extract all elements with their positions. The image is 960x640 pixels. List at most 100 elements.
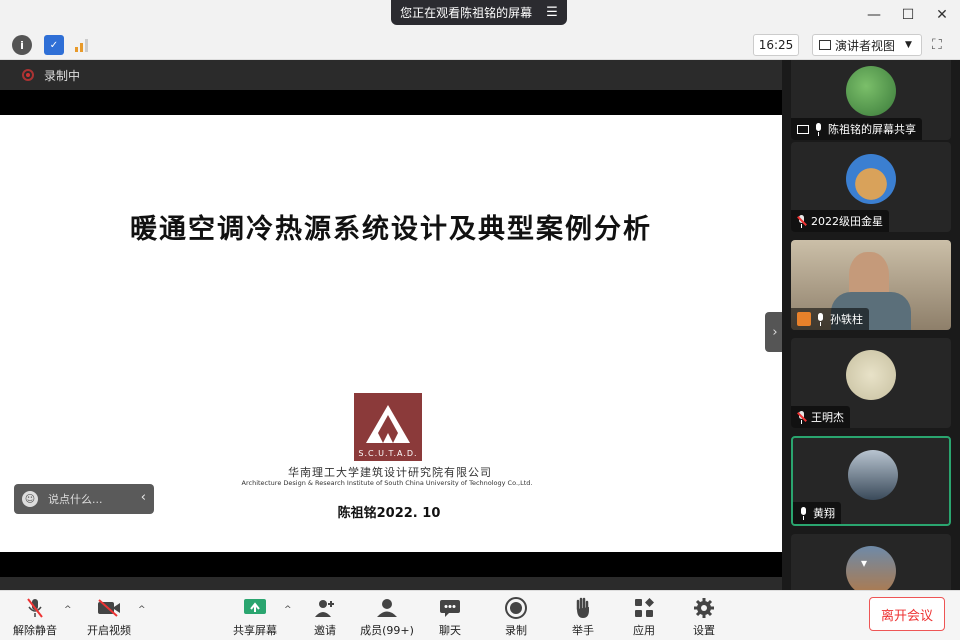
meeting-toolbar: i ✓ 16:25 演讲者视图 ▼ ⛶ <box>0 30 960 60</box>
letterbox-bottom <box>0 552 782 577</box>
raise-hand-label: 举手 <box>572 624 594 637</box>
avatar <box>846 66 896 116</box>
chat-input[interactable]: ☺ 说点什么... ‹ <box>14 484 154 514</box>
participant-name: 2022级田金星 <box>811 215 883 228</box>
start-video-label: 开启视频 <box>87 624 131 637</box>
share-banner[interactable]: 您正在观看陈祖铭的屏幕 ☰ <box>391 0 567 25</box>
recording-label: 录制中 <box>44 68 81 83</box>
participant-name: 王明杰 <box>811 411 844 424</box>
institute-logo: S.C.U.T.A.D. <box>354 393 422 461</box>
mic-muted-icon <box>797 214 807 228</box>
leave-meeting-button[interactable]: 离开会议 <box>869 597 945 631</box>
participant-tile[interactable]: 2022级田金星 <box>791 142 951 232</box>
settings-label: 设置 <box>693 624 715 637</box>
title-bar: 您正在观看陈祖铭的屏幕 ☰ — ☐ ✕ <box>0 0 960 30</box>
meeting-clock: 16:25 <box>753 34 799 56</box>
hand-icon <box>571 597 595 619</box>
participant-panel: 陈祖铭的屏幕共享 2022级田金星 孙轶柱 王明杰 黄翔 ▾ <box>782 60 960 590</box>
share-banner-text: 您正在观看陈祖铭的屏幕 <box>400 6 533 20</box>
participant-name-bar: 黄翔 <box>793 502 841 524</box>
participant-tile[interactable]: 孙轶柱 <box>791 240 951 330</box>
mic-icon <box>814 122 823 136</box>
chat-icon <box>438 597 462 619</box>
screen-share-icon <box>797 124 809 134</box>
members-icon <box>375 597 399 619</box>
mic-icon <box>799 506 808 520</box>
avatar <box>846 154 896 204</box>
chevron-up-icon[interactable]: ^ <box>64 605 72 615</box>
letterbox-top <box>0 90 782 115</box>
recording-indicator: 录制中 <box>0 60 782 90</box>
maximize-icon[interactable]: ☐ <box>898 5 918 25</box>
window-controls: — ☐ ✕ <box>864 5 952 25</box>
participant-tile-active[interactable]: 黄翔 <box>791 436 951 526</box>
participant-name: 孙轶柱 <box>830 313 863 326</box>
participant-tile[interactable]: 王明杰 <box>791 338 951 428</box>
participant-name-bar: 陈祖铭的屏幕共享 <box>791 118 922 140</box>
start-video-button[interactable]: 开启视频 <box>82 594 136 638</box>
gear-icon <box>692 597 716 619</box>
participant-name: 陈祖铭的屏幕共享 <box>828 123 916 136</box>
raise-hand-button[interactable]: 举手 <box>563 594 603 638</box>
view-selector[interactable]: 演讲者视图 ▼ <box>812 34 922 56</box>
mic-icon <box>816 312 825 326</box>
signal-icon[interactable] <box>72 35 92 55</box>
avatar <box>846 546 896 590</box>
close-icon[interactable]: ✕ <box>932 5 952 25</box>
chevron-up-icon[interactable]: ^ <box>138 605 146 615</box>
add-user-icon <box>313 597 337 619</box>
chat-label: 聊天 <box>439 624 461 637</box>
participant-name-bar: 王明杰 <box>791 406 850 428</box>
presenter-date: 陈祖铭2022. 10 <box>337 506 441 521</box>
grid-icon <box>819 40 831 50</box>
invite-label: 邀请 <box>314 624 336 637</box>
mic-muted-icon <box>23 597 47 619</box>
chevron-down-icon: ▼ <box>905 40 912 50</box>
chevron-down-icon[interactable]: ▾ <box>861 556 867 570</box>
unmute-button[interactable]: 解除静音 <box>10 594 60 638</box>
institute-name-en: Architecture Design & Research Institute… <box>241 479 533 487</box>
chevron-left-icon[interactable]: ‹ <box>141 490 146 505</box>
participant-name-bar: 孙轶柱 <box>791 308 869 330</box>
apps-icon <box>632 597 656 619</box>
institute-name-cn: 华南理工大学建筑设计研究院有限公司 <box>288 466 492 479</box>
participant-tile[interactable]: 陈祖铭的屏幕共享 <box>791 60 951 140</box>
menu-icon[interactable]: ☰ <box>546 5 558 20</box>
avatar <box>846 350 896 400</box>
participant-tile[interactable]: ▾ <box>791 534 951 590</box>
info-icon[interactable]: i <box>12 35 32 55</box>
minimize-icon[interactable]: — <box>864 5 884 25</box>
record-button[interactable]: 录制 <box>496 594 536 638</box>
fullscreen-icon[interactable]: ⛶ <box>932 37 950 55</box>
settings-button[interactable]: 设置 <box>684 594 724 638</box>
video-off-icon <box>97 597 121 619</box>
participant-name-bar: 2022级田金星 <box>791 210 889 232</box>
invite-button[interactable]: 邀请 <box>305 594 345 638</box>
view-label: 演讲者视图 <box>835 38 896 53</box>
participant-name: 黄翔 <box>813 507 835 520</box>
chat-button[interactable]: 聊天 <box>430 594 470 638</box>
shield-icon[interactable]: ✓ <box>44 35 64 55</box>
unmute-label: 解除静音 <box>13 624 57 637</box>
apps-label: 应用 <box>633 624 655 637</box>
avatar <box>848 450 898 500</box>
person-icon <box>797 312 811 326</box>
share-screen-icon <box>243 597 267 619</box>
chat-placeholder: 说点什么... <box>48 493 103 506</box>
logo-mark-icon <box>366 405 410 443</box>
slide-title: 暖通空调冷热源系统设计及典型案例分析 <box>130 214 652 245</box>
members-button[interactable]: 成员(99+) <box>358 594 416 638</box>
logo-text: S.C.U.T.A.D. <box>358 449 418 458</box>
apps-button[interactable]: 应用 <box>624 594 664 638</box>
meeting-controls: 解除静音 ^ 开启视频 ^ 共享屏幕 ^ 邀请 成员(99+) 聊天 录制 举手… <box>0 590 960 640</box>
chevron-up-icon[interactable]: ^ <box>284 605 292 615</box>
share-screen-label: 共享屏幕 <box>233 624 277 637</box>
mic-muted-icon <box>797 410 807 424</box>
record-icon <box>504 597 528 619</box>
emoji-icon[interactable]: ☺ <box>22 491 38 507</box>
share-screen-button[interactable]: 共享屏幕 <box>230 594 280 638</box>
record-label: 录制 <box>505 624 527 637</box>
shared-screen: 录制中 暖通空调冷热源系统设计及典型案例分析 S.C.U.T.A.D. 华南理工… <box>0 60 782 590</box>
recording-icon <box>22 69 34 81</box>
members-label: 成员(99+) <box>360 624 414 637</box>
